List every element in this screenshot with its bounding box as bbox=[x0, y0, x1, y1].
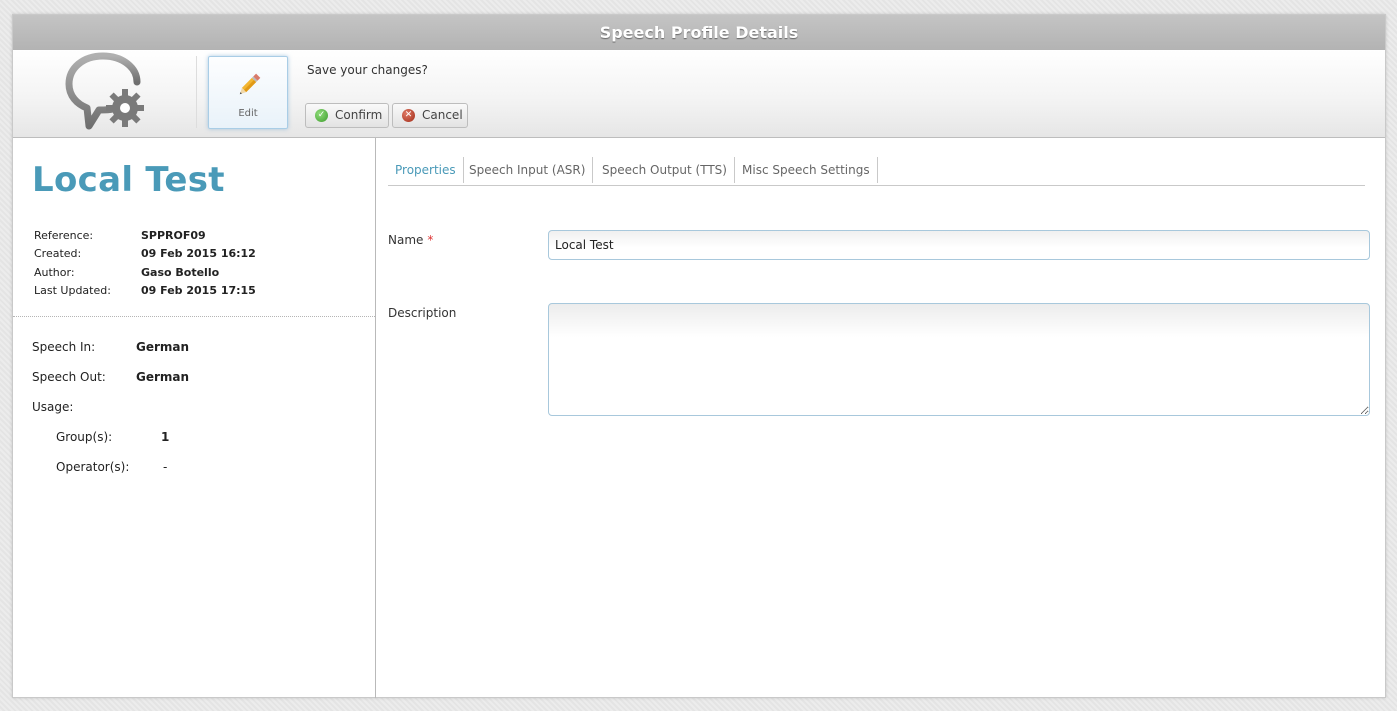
groups-value: 1 bbox=[161, 430, 170, 444]
cancel-button[interactable]: ✕ Cancel bbox=[392, 103, 468, 128]
tab-speech-input[interactable]: Speech Input (ASR) bbox=[462, 157, 594, 183]
toolbar-divider bbox=[196, 56, 197, 128]
meta-value: 09 Feb 2015 16:12 bbox=[141, 247, 256, 261]
tab-properties[interactable]: Properties bbox=[388, 157, 464, 183]
tab-bar: Properties Speech Input (ASR) Speech Out… bbox=[388, 157, 1365, 186]
x-circle-icon: ✕ bbox=[402, 109, 415, 122]
window-title: Speech Profile Details bbox=[13, 15, 1385, 50]
name-field-label: Name * bbox=[388, 233, 433, 247]
meta-key: Reference: bbox=[34, 229, 94, 242]
speech-in-label: Speech In: bbox=[32, 340, 96, 354]
speech-out-value: German bbox=[136, 370, 190, 384]
confirm-button[interactable]: ✓ Confirm bbox=[305, 103, 389, 128]
meta-value: SPPROF09 bbox=[141, 229, 206, 242]
operators-value: - bbox=[163, 460, 168, 474]
cancel-label: Cancel bbox=[422, 108, 463, 122]
speech-out-label: Speech Out: bbox=[32, 370, 106, 384]
profile-title: Local Test bbox=[32, 160, 225, 200]
name-input[interactable] bbox=[548, 230, 1370, 260]
check-circle-icon: ✓ bbox=[315, 109, 328, 122]
meta-key: Author: bbox=[34, 265, 75, 279]
speech-profile-window: Speech Profile Details Edit Save your ch… bbox=[12, 14, 1386, 698]
tab-speech-output[interactable]: Speech Output (TTS) bbox=[595, 157, 735, 183]
meta-value: 09 Feb 2015 17:15 bbox=[141, 283, 256, 297]
description-textarea[interactable] bbox=[548, 303, 1370, 416]
speech-bubble-gear-icon bbox=[65, 52, 144, 130]
groups-label: Group(s): bbox=[56, 430, 113, 444]
speech-in-value: German bbox=[136, 340, 190, 354]
meta-value: Gaso Botello bbox=[141, 265, 220, 279]
required-mark: * bbox=[427, 233, 434, 247]
meta-key: Created: bbox=[34, 247, 82, 261]
toolbar: Edit Save your changes? ✓ Confirm ✕ Canc… bbox=[13, 50, 1385, 138]
profile-summary-panel: Local Test Reference: SPPROF09 Created: … bbox=[13, 138, 376, 698]
edit-button-label: Edit bbox=[238, 108, 258, 119]
confirm-label: Confirm bbox=[335, 108, 383, 122]
save-prompt: Save your changes? bbox=[307, 63, 428, 77]
pencil-icon bbox=[239, 73, 261, 95]
description-field-label: Description bbox=[388, 306, 457, 320]
operators-label: Operator(s): bbox=[56, 460, 130, 474]
name-label-text: Name bbox=[388, 233, 424, 247]
section-divider bbox=[13, 316, 375, 317]
meta-key: Last Updated: bbox=[34, 283, 111, 297]
edit-button[interactable]: Edit bbox=[208, 56, 288, 129]
usage-label: Usage: bbox=[32, 400, 74, 414]
tab-misc-speech-settings[interactable]: Misc Speech Settings bbox=[735, 157, 878, 183]
